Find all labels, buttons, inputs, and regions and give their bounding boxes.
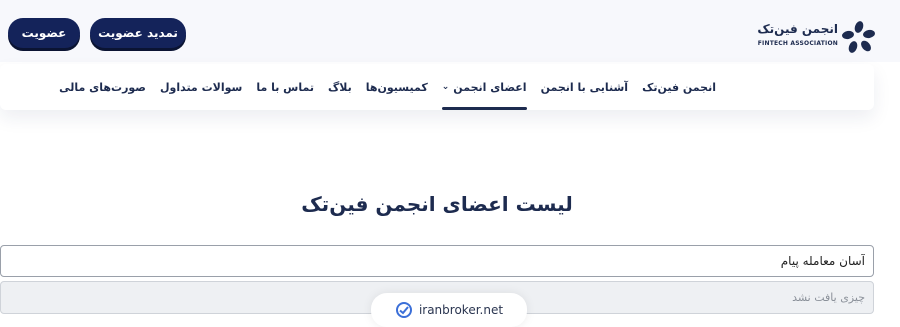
watermark-text: iranbroker.net bbox=[418, 303, 504, 317]
page-title: لیست اعضای انجمن فین‌تک bbox=[301, 192, 573, 216]
nav-items: انجمن فین‌تک آشنایی با انجمن اعضای انجمن ⌄ ک… bbox=[59, 64, 716, 110]
nav-item[interactable]: کمیسیون‌ها bbox=[366, 64, 428, 110]
renew-membership-button[interactable]: تمدید عضویت bbox=[90, 18, 186, 48]
nav-item[interactable]: سوالات متداول bbox=[160, 64, 242, 110]
nav-item-label: صورت‌های مالی bbox=[59, 80, 146, 94]
nav-item-label: آشنایی با انجمن bbox=[540, 80, 629, 94]
brand-subtitle: FINTECH ASSOCIATION bbox=[757, 40, 838, 47]
brand-logo[interactable]: انجمن فین‌تک FINTECH ASSOCIATION bbox=[757, 18, 876, 54]
chevron-down-icon[interactable]: ⌄ bbox=[442, 82, 450, 92]
nav-item-label: تماس با ما bbox=[256, 80, 314, 94]
nav-item[interactable]: بلاگ bbox=[328, 64, 352, 110]
nav-item-label: انجمن فین‌تک bbox=[642, 80, 716, 94]
nav-item-label: اعضای انجمن bbox=[453, 80, 527, 94]
search-input[interactable] bbox=[0, 245, 874, 277]
main-nav: انجمن فین‌تک آشنایی با انجمن اعضای انجمن ⌄ ک… bbox=[0, 64, 874, 110]
nav-item-label: بلاگ bbox=[328, 80, 352, 94]
nav-item[interactable]: صورت‌های مالی bbox=[59, 64, 146, 110]
nav-item[interactable]: اعضای انجمن ⌄ bbox=[441, 64, 527, 110]
nav-item[interactable]: تماس با ما bbox=[256, 64, 314, 110]
nav-item[interactable]: آشنایی با انجمن bbox=[541, 64, 629, 110]
iranbroker-check-icon bbox=[395, 302, 412, 318]
watermark-badge: iranbroker.net bbox=[371, 293, 527, 327]
nav-item-label: کمیسیون‌ها bbox=[365, 80, 428, 94]
join-button[interactable]: عضویت bbox=[8, 18, 80, 48]
fintech-logo-icon bbox=[842, 21, 875, 53]
nav-item-label: سوالات متداول bbox=[159, 80, 243, 94]
brand-title: انجمن فین‌تک bbox=[757, 22, 838, 36]
nav-item[interactable]: انجمن فین‌تک bbox=[642, 64, 716, 110]
